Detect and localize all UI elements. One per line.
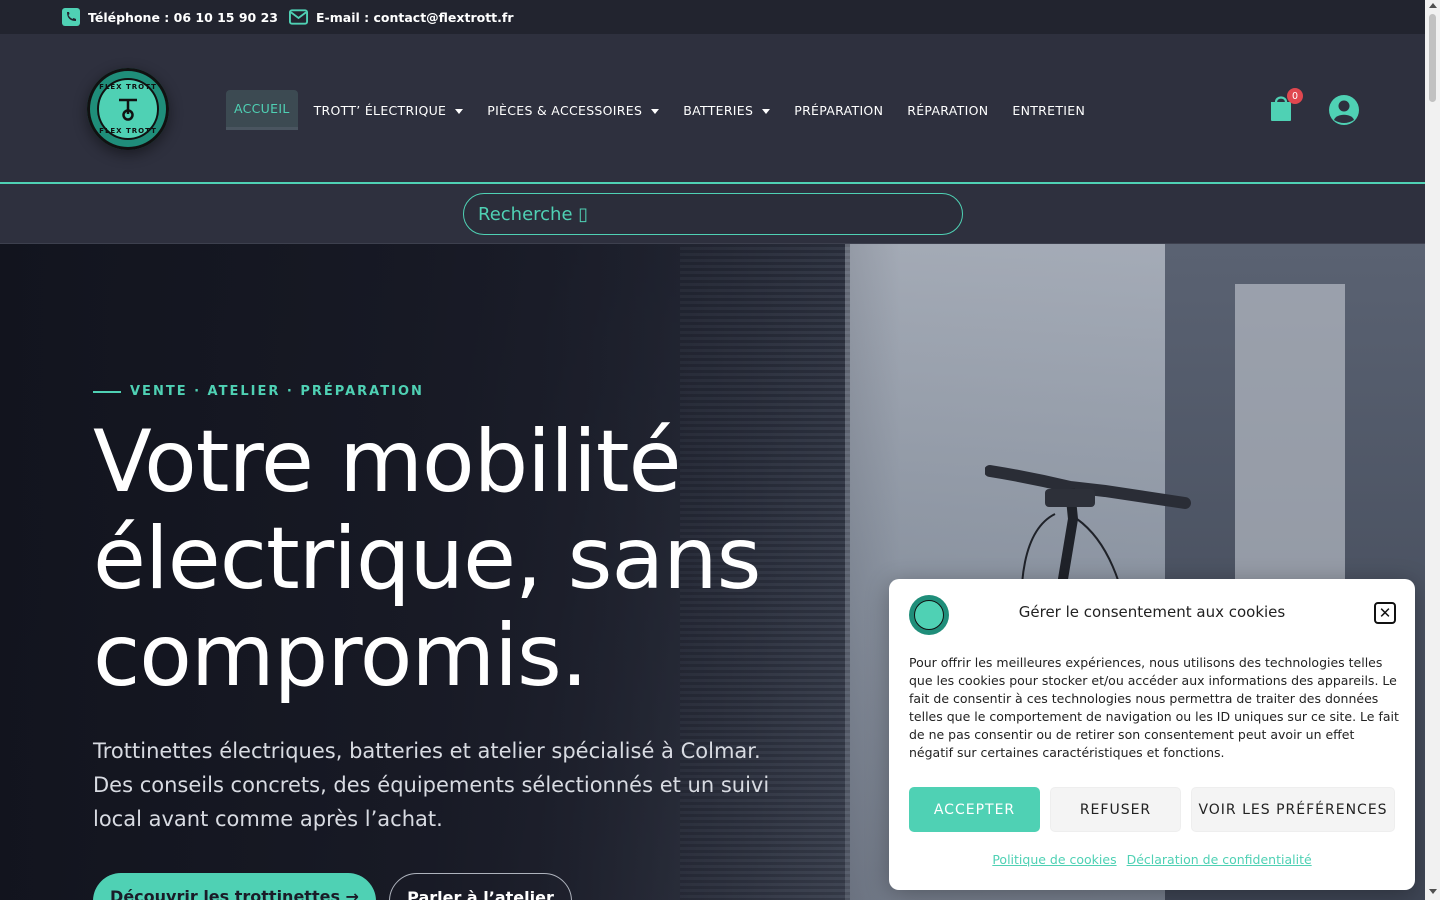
- eyebrow-divider: [93, 390, 121, 393]
- chevron-down-icon: [455, 108, 464, 114]
- user-icon: [1329, 95, 1359, 125]
- scroll-down-arrow-icon[interactable]: [1429, 889, 1437, 894]
- scrollbar-thumb[interactable]: [1429, 14, 1436, 102]
- scroll-up-arrow-icon[interactable]: [1429, 3, 1437, 8]
- main-nav: ACCUEIL TROTT’ ÉLECTRIQUE PIÈCES & ACCES…: [226, 90, 1101, 130]
- nav-label: BATTERIES: [683, 102, 754, 118]
- hero-title-line: compromis.: [93, 606, 588, 706]
- nav-label: ENTRETIEN: [1012, 102, 1086, 118]
- phone-text: Téléphone : 06 10 15 90 23: [88, 9, 279, 25]
- hero-title: Votre mobilité électrique, sans compromi…: [93, 414, 853, 705]
- cookie-preferences-button[interactable]: VOIR LES PRÉFÉRENCES: [1191, 787, 1395, 832]
- page: Téléphone : 06 10 15 90 23 E-mail : cont…: [0, 0, 1440, 900]
- cookie-policy-link[interactable]: Politique de cookies: [992, 852, 1116, 867]
- phone-contact[interactable]: Téléphone : 06 10 15 90 23: [61, 8, 278, 27]
- page-scrollbar[interactable]: [1425, 0, 1440, 900]
- refuse-cookies-button[interactable]: REFUSER: [1050, 787, 1181, 832]
- hero-title-line: électrique, sans: [93, 509, 761, 609]
- cookie-title: Gérer le consentement aux cookies: [1018, 603, 1286, 621]
- email-contact[interactable]: E-mail : contact@flextrott.fr: [289, 8, 514, 27]
- envelope-icon: [289, 8, 309, 27]
- nav-item-preparation[interactable]: PRÉPARATION: [786, 90, 891, 130]
- cookie-links: Politique de cookies Déclaration de conf…: [889, 852, 1415, 867]
- nav-label: ACCUEIL: [234, 101, 290, 116]
- chevron-down-icon: [651, 108, 660, 114]
- phone-icon: [61, 8, 80, 27]
- nav-item-trott-electrique[interactable]: TROTT’ ÉLECTRIQUE: [306, 90, 472, 130]
- email-text: E-mail : contact@flextrott.fr: [316, 9, 514, 25]
- site-header: FLEX TROTT FLEX TROTT ACCUEIL TROTT’ ÉLE…: [0, 34, 1425, 184]
- cookie-consent-dialog: Gérer le consentement aux cookies ✕ Pour…: [889, 579, 1415, 890]
- account-button[interactable]: [1328, 94, 1360, 126]
- hero-lead: Trottinettes électriques, batteries et a…: [93, 739, 770, 831]
- nav-label: RÉPARATION: [907, 102, 989, 118]
- nav-item-batteries[interactable]: BATTERIES: [675, 90, 778, 130]
- eyebrow-text: VENTE · ATELIER · PRÉPARATION: [130, 384, 424, 399]
- nav-label: PIÈCES & ACCESSOIRES: [487, 102, 643, 118]
- nav-label: PRÉPARATION: [794, 102, 884, 118]
- top-contact-bar: Téléphone : 06 10 15 90 23 E-mail : cont…: [0, 0, 1425, 34]
- search-input[interactable]: Recherche ▯: [463, 193, 963, 235]
- cookie-text: Pour offrir les meilleures expériences, …: [909, 655, 1399, 760]
- search-band: Recherche ▯: [0, 184, 1425, 244]
- privacy-statement-link[interactable]: Déclaration de confidentialité: [1127, 852, 1312, 867]
- hero-title-line: Votre mobilité: [93, 412, 681, 512]
- cart-count-badge: 0: [1287, 88, 1303, 104]
- discover-scooters-button[interactable]: Découvrir les trottinettes →: [93, 873, 376, 900]
- logo-text-top: FLEX TROTT: [99, 83, 157, 91]
- contact-workshop-button[interactable]: Parler à l’atelier: [389, 873, 572, 900]
- logo-badge: FLEX TROTT FLEX TROTT: [97, 78, 159, 140]
- hero-eyebrow: VENTE · ATELIER · PRÉPARATION: [93, 384, 424, 399]
- chevron-down-icon: [762, 108, 771, 114]
- nav-item-accueil[interactable]: ACCUEIL: [226, 90, 298, 130]
- close-icon[interactable]: ✕: [1374, 602, 1396, 624]
- nav-item-entretien[interactable]: ENTRETIEN: [1004, 90, 1093, 130]
- site-logo[interactable]: FLEX TROTT FLEX TROTT: [87, 68, 169, 150]
- scooter-logo-icon: [119, 98, 137, 121]
- nav-item-reparation[interactable]: RÉPARATION: [899, 90, 996, 130]
- nav-item-pieces-accessoires[interactable]: PIÈCES & ACCESSOIRES: [479, 90, 667, 130]
- accept-cookies-button[interactable]: ACCEPTER: [909, 787, 1040, 832]
- nav-label: TROTT’ ÉLECTRIQUE: [313, 102, 447, 118]
- logo-text-bottom: FLEX TROTT: [99, 127, 157, 135]
